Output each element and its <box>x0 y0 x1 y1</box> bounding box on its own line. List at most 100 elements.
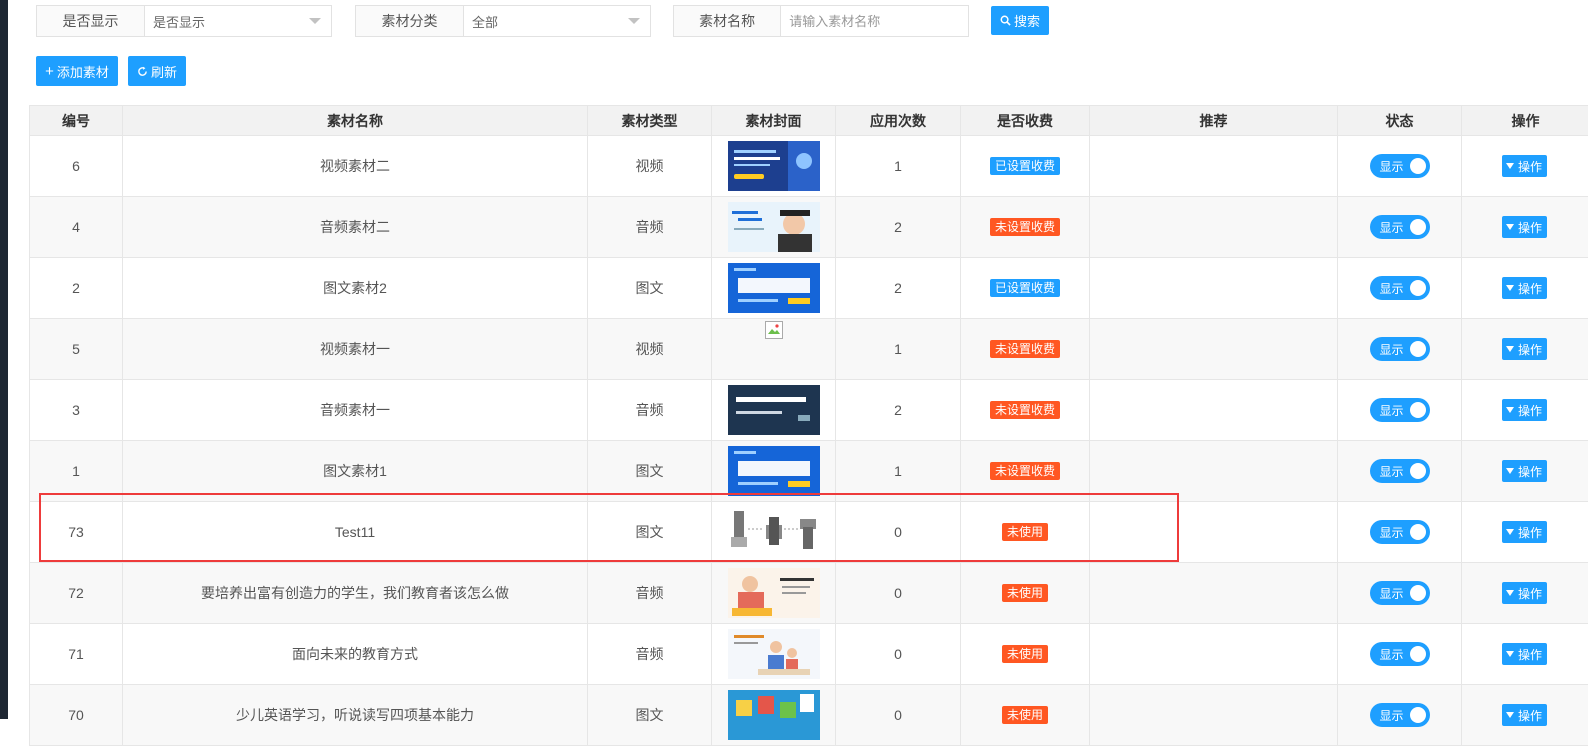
row-fee: 未设置收费 <box>961 319 1090 379</box>
category-select[interactable]: 全部 <box>464 6 650 36</box>
actions-dropdown-button[interactable]: 操作 <box>1501 399 1547 421</box>
display-select-value: 是否显示 <box>153 14 206 30</box>
status-toggle[interactable]: 显示 <box>1369 337 1430 361</box>
row-recommend <box>1090 258 1338 318</box>
status-toggle[interactable]: 显示 <box>1369 276 1430 300</box>
row-name: 图文素材2 <box>123 258 588 318</box>
toggle-knob <box>1409 219 1426 235</box>
search-button[interactable]: 搜索 <box>991 6 1049 35</box>
status-toggle[interactable]: 显示 <box>1369 398 1430 422</box>
status-toggle-label: 显示 <box>1379 343 1404 357</box>
actions-dropdown-button[interactable]: 操作 <box>1501 216 1547 238</box>
row-cover <box>712 685 836 745</box>
status-toggle[interactable]: 显示 <box>1369 459 1430 483</box>
status-toggle-label: 显示 <box>1379 404 1404 418</box>
display-filter[interactable]: 是否显示 是否显示 <box>36 5 332 37</box>
caret-down-icon <box>1505 163 1514 169</box>
status-toggle-label: 显示 <box>1379 465 1404 479</box>
row-recommend <box>1090 197 1338 257</box>
row-usage-count: 1 <box>836 136 961 196</box>
row-type: 音频 <box>588 197 712 257</box>
actions-dropdown-button[interactable]: 操作 <box>1501 155 1547 177</box>
name-search-input[interactable] <box>781 6 968 36</box>
table-row: 6 视频素材二 视频 1 已设置收费 显示 操作 <box>29 136 1588 197</box>
status-toggle[interactable]: 显示 <box>1369 642 1430 666</box>
status-toggle[interactable]: 显示 <box>1369 703 1430 727</box>
caret-down-icon <box>1505 285 1514 291</box>
row-fee: 未使用 <box>961 502 1090 562</box>
row-actions: 操作 <box>1462 441 1588 501</box>
row-type: 图文 <box>588 502 712 562</box>
caret-down-icon <box>1505 224 1514 230</box>
row-recommend <box>1090 136 1338 196</box>
fee-status-badge: 未设置收费 <box>989 401 1060 419</box>
row-actions: 操作 <box>1462 380 1588 440</box>
caret-down-icon <box>1505 407 1514 413</box>
classroom-cover <box>727 446 820 496</box>
status-toggle[interactable]: 显示 <box>1369 154 1430 178</box>
actions-dropdown-button[interactable]: 操作 <box>1501 582 1547 604</box>
name-filter[interactable]: 素材名称 <box>673 5 969 37</box>
refresh-button[interactable]: 刷新 <box>128 56 186 86</box>
row-status: 显示 <box>1338 380 1462 440</box>
status-toggle[interactable]: 显示 <box>1369 581 1430 605</box>
actions-label: 操作 <box>1517 647 1542 662</box>
actions-dropdown-button[interactable]: 操作 <box>1501 704 1547 726</box>
row-type: 音频 <box>588 624 712 684</box>
row-status: 显示 <box>1338 441 1462 501</box>
row-fee: 未使用 <box>961 563 1090 623</box>
actions-dropdown-button[interactable]: 操作 <box>1501 338 1547 360</box>
row-cover <box>712 563 836 623</box>
row-actions: 操作 <box>1462 624 1588 684</box>
ui-designer-cover <box>727 385 820 435</box>
actions-label: 操作 <box>1517 586 1542 601</box>
row-name: 视频素材一 <box>123 319 588 379</box>
row-recommend <box>1090 563 1338 623</box>
status-toggle-label: 显示 <box>1379 221 1404 235</box>
col-header-type: 素材类型 <box>588 106 712 135</box>
row-type: 图文 <box>588 441 712 501</box>
fee-status-badge: 已设置收费 <box>989 279 1060 297</box>
fee-status-badge: 已设置收费 <box>989 157 1060 175</box>
row-name: 视频素材二 <box>123 136 588 196</box>
fee-status-badge: 未使用 <box>1001 523 1048 541</box>
row-cover <box>712 319 836 379</box>
status-toggle-label: 显示 <box>1379 648 1404 662</box>
plus-icon: + <box>45 62 54 80</box>
row-type: 视频 <box>588 319 712 379</box>
table-row: 4 音频素材二 音频 2 未设置收费 显示 操作 <box>29 197 1588 258</box>
row-name: 音频素材二 <box>123 197 588 257</box>
left-edge-strip <box>0 0 8 719</box>
status-toggle[interactable]: 显示 <box>1369 520 1430 544</box>
status-toggle[interactable]: 显示 <box>1369 215 1430 239</box>
actions-label: 操作 <box>1517 342 1542 357</box>
fee-status-badge: 未设置收费 <box>989 218 1060 236</box>
letters-cover <box>727 690 820 740</box>
row-name: 少儿英语学习，听说读写四项基本能力 <box>123 685 588 745</box>
caret-down-icon <box>1505 651 1514 657</box>
caret-down-icon <box>1505 712 1514 718</box>
row-cover <box>712 380 836 440</box>
table-row: 1 图文素材1 图文 1 未设置收费 显示 操作 <box>29 441 1588 502</box>
table-row: 73 Test11 图文 0 未使用 显示 操作 <box>29 502 1588 563</box>
category-filter[interactable]: 素材分类 全部 <box>355 5 651 37</box>
actions-dropdown-button[interactable]: 操作 <box>1501 277 1547 299</box>
display-select[interactable]: 是否显示 <box>145 6 331 36</box>
row-fee: 未设置收费 <box>961 380 1090 440</box>
row-cover <box>712 624 836 684</box>
row-status: 显示 <box>1338 319 1462 379</box>
actions-dropdown-button[interactable]: 操作 <box>1501 460 1547 482</box>
toggle-knob <box>1409 341 1426 357</box>
materials-table: 编号 素材名称 素材类型 素材封面 应用次数 是否收费 推荐 状态 操作 6 视频… <box>29 105 1588 746</box>
row-status: 显示 <box>1338 624 1462 684</box>
table-header: 编号 素材名称 素材类型 素材封面 应用次数 是否收费 推荐 状态 操作 <box>29 106 1588 136</box>
table-row: 5 视频素材一 视频 1 未设置收费 显示 操作 <box>29 319 1588 380</box>
actions-dropdown-button[interactable]: 操作 <box>1501 521 1547 543</box>
add-material-button[interactable]: + 添加素材 <box>36 56 118 86</box>
caret-down-icon <box>1505 468 1514 474</box>
actions-dropdown-button[interactable]: 操作 <box>1501 643 1547 665</box>
row-status: 显示 <box>1338 563 1462 623</box>
row-usage-count: 1 <box>836 319 961 379</box>
table-row: 70 少儿英语学习，听说读写四项基本能力 图文 0 未使用 显示 操作 <box>29 685 1588 746</box>
row-actions: 操作 <box>1462 197 1588 257</box>
